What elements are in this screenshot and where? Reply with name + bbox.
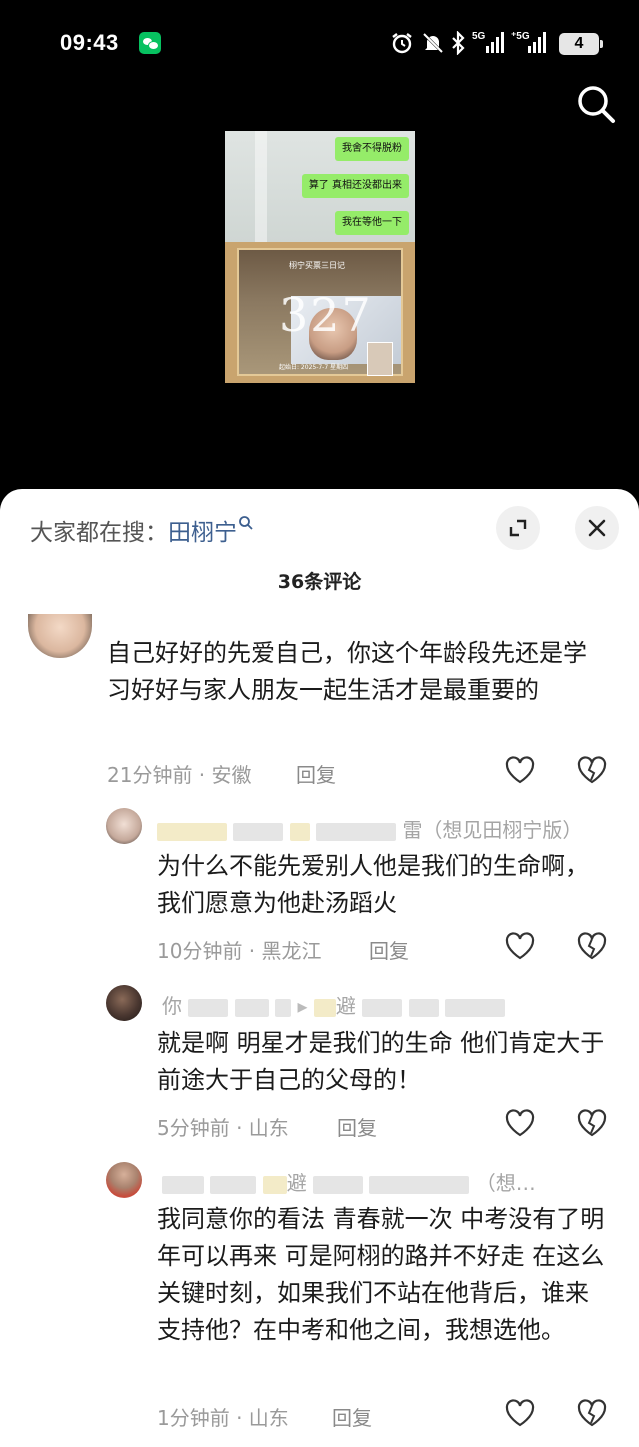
comment-meta: 10分钟前 · 黑龙江 (157, 939, 322, 963)
comment-text: 自己好好的先爱自己，你这个年龄段先还是学习好好与家人朋友一起生活才是最重要的 (107, 639, 587, 704)
comment-text: 就是啊 明星才是我们的生命 他们肯定大于前途大于自己的父母的！ (157, 1029, 605, 1094)
bluetooth-icon (452, 31, 465, 55)
author-name-start: 你 (162, 994, 182, 1018)
like-heart-icon[interactable] (503, 1106, 537, 1140)
author-blur (408, 998, 439, 1017)
comment-sheet: 大家都在搜：田栩宁 36条评论 自己好好的先爱自己，你这个年龄段先还是学习好好与… (0, 489, 639, 1447)
author-blur (188, 998, 229, 1017)
author-name-end: 雷（想见田栩宁版） (402, 818, 583, 842)
chat-screenshot: 我舍不得脱粉 算了 真相还没都出来 我在等他一下 (225, 131, 415, 242)
mall-photo: 327 栩宁买票三日记 起始日: 2025-7-7 星期四 (225, 242, 415, 383)
comment-count-title: 36条评论 (277, 571, 362, 593)
comment-meta: 1分钟前 · 山东 (157, 1406, 289, 1430)
author-name-end: （想… (475, 1171, 536, 1195)
avatar[interactable] (106, 1162, 142, 1198)
video-content[interactable]: 我舍不得脱粉 算了 真相还没都出来 我在等他一下 327 栩宁买票三日记 起始日… (225, 131, 415, 383)
reply-arrow-icon: ▸ (297, 994, 308, 1018)
avatar[interactable] (28, 614, 92, 658)
close-icon (588, 519, 606, 537)
comment-meta: 5分钟前 · 山东 (157, 1116, 289, 1140)
window-stripe (255, 131, 267, 242)
author-blur (234, 998, 269, 1017)
chat-bubble: 我在等他一下 (335, 211, 409, 235)
like-heart-icon[interactable] (503, 753, 537, 787)
reply-button[interactable]: 回复 (296, 759, 336, 788)
status-bar: 09:43 5G ⁺5G 4 (0, 0, 639, 88)
author-blur (162, 1175, 204, 1194)
author-blur (313, 998, 336, 1017)
comment-text: 为什么不能先爱别人他是我们的生命啊，我们愿意为他赴汤蹈火 (157, 852, 589, 917)
author-blur (369, 1175, 470, 1194)
wechat-notification-icon (139, 32, 161, 54)
photo-title: 栩宁买票三日记 (289, 261, 345, 270)
close-button[interactable] (575, 506, 619, 550)
dislike-heart-icon[interactable] (575, 929, 609, 963)
dislike-heart-icon[interactable] (575, 1106, 609, 1140)
search-small-icon (239, 516, 253, 530)
like-heart-icon[interactable] (503, 929, 537, 963)
chat-bubble: 算了 真相还没都出来 (301, 174, 409, 198)
svg-text:5G: 5G (472, 31, 486, 42)
author-blur (233, 822, 284, 841)
signal-5g-secondary-icon: ⁺5G (511, 31, 546, 53)
hot-search-term[interactable]: 田栩宁 (168, 520, 237, 546)
author-blur (210, 1175, 257, 1194)
hot-search-bar[interactable]: 大家都在搜：田栩宁 (30, 513, 254, 547)
hot-search-label: 大家都在搜： (30, 520, 168, 546)
reply-button[interactable]: 回复 (337, 1112, 377, 1141)
dislike-heart-icon[interactable] (575, 1396, 609, 1430)
author-name-mid: 避 (335, 994, 356, 1018)
reply-button[interactable]: 回复 (332, 1402, 372, 1431)
author-blur (444, 998, 505, 1017)
author-blur (157, 822, 227, 841)
status-time: 09:43 (60, 30, 119, 55)
author-blur (262, 1175, 287, 1194)
svg-text:⁺5G: ⁺5G (511, 31, 530, 42)
avatar[interactable] (106, 808, 142, 844)
photo-small-portrait (367, 342, 393, 376)
chat-bubble: 我舍不得脱粉 (335, 137, 409, 161)
signal-5g-icon: 5G (472, 31, 504, 53)
alarm-icon (392, 33, 412, 54)
author-name-mid: 避 (286, 1171, 307, 1195)
avatar[interactable] (106, 985, 142, 1021)
expand-icon (509, 519, 527, 537)
search-icon[interactable] (574, 82, 618, 126)
expand-button[interactable] (496, 506, 540, 550)
mute-bell-icon (422, 32, 444, 54)
like-heart-icon[interactable] (503, 1396, 537, 1430)
comment-author[interactable]: 雷（想见田栩宁版） (157, 814, 582, 843)
photo-date: 起始日: 2025-7-7 星期四 (279, 364, 349, 371)
photo-frame: 327 栩宁买票三日记 起始日: 2025-7-7 星期四 (237, 248, 403, 376)
comment-text: 我同意你的看法 青春就一次 中考没有了明年可以再来 可是阿栩的路并不好走 在这么… (157, 1205, 605, 1344)
battery-indicator: 4 (559, 33, 603, 55)
comment-author[interactable]: 你 ▸ 避 (162, 990, 505, 1019)
reply-button[interactable]: 回复 (369, 935, 409, 964)
dislike-heart-icon[interactable] (575, 753, 609, 787)
author-blur (362, 998, 403, 1017)
photo-number: 327 (279, 288, 373, 342)
comment-author[interactable]: 避 （想… (162, 1167, 536, 1196)
author-blur (275, 998, 292, 1017)
comment-meta: 21分钟前 · 安徽 (107, 763, 252, 787)
author-blur (289, 822, 310, 841)
author-blur (316, 822, 397, 841)
author-blur (313, 1175, 364, 1194)
